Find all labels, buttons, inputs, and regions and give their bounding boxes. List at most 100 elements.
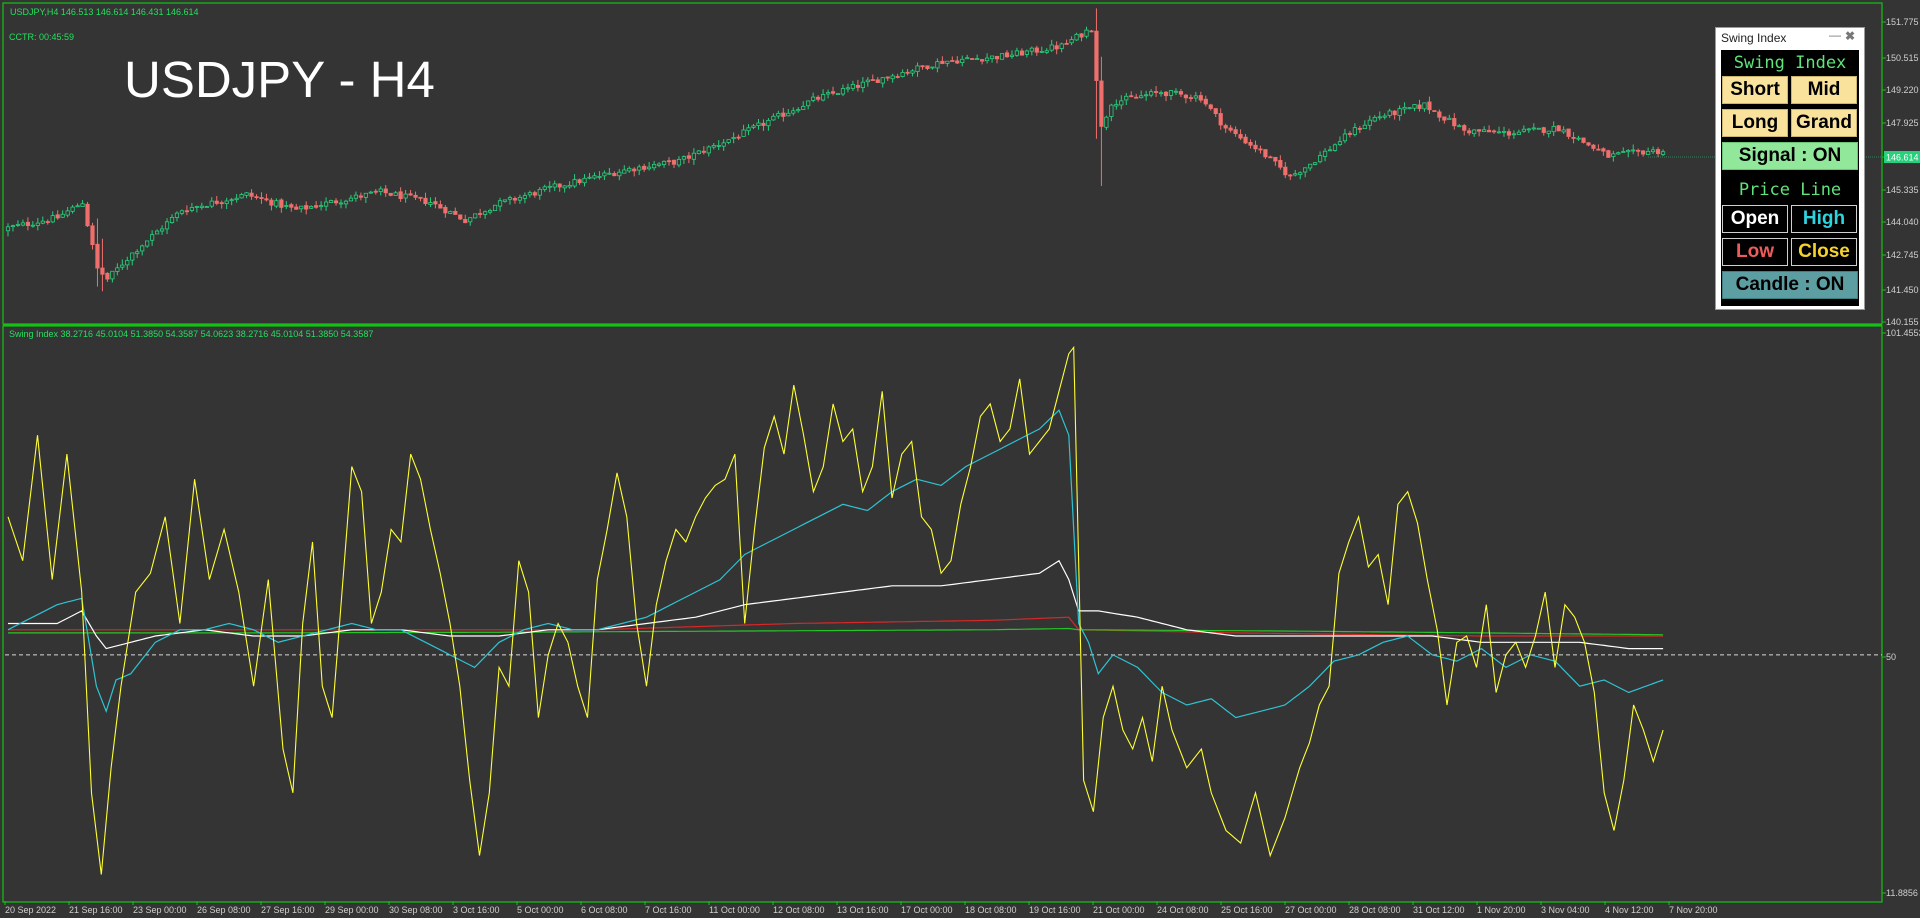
chart-canvas[interactable]: 151.775 150.515 149.220 147.925 146.614 145.3… bbox=[0, 0, 1920, 918]
candle-body bbox=[1581, 137, 1586, 143]
candle-body bbox=[428, 202, 433, 205]
short-button[interactable]: Short bbox=[1722, 76, 1788, 104]
candle-body bbox=[965, 57, 970, 60]
candle-body bbox=[1163, 91, 1169, 97]
candle-body bbox=[766, 120, 771, 127]
candle-body bbox=[1293, 173, 1298, 176]
panel-titlebar[interactable]: Swing Index — ✖ bbox=[1716, 28, 1864, 48]
price-tick-label: 144.040 bbox=[1886, 217, 1919, 227]
candle-body bbox=[1228, 127, 1233, 131]
candle-body bbox=[910, 70, 915, 74]
open-button[interactable]: Open bbox=[1722, 205, 1788, 233]
symbol-info: USDJPY,H4 146.513 146.614 146.431 146.61… bbox=[10, 7, 199, 17]
time-tick-label: 29 Sep 00:00 bbox=[325, 905, 379, 915]
grand-button[interactable]: Grand bbox=[1791, 109, 1857, 137]
candle-body bbox=[950, 60, 955, 62]
candle-toggle-button[interactable]: Candle : ON bbox=[1722, 271, 1858, 299]
candle-body bbox=[900, 72, 905, 77]
candle-body bbox=[726, 139, 731, 143]
candle-body bbox=[955, 60, 960, 64]
swing-index-panel[interactable]: Swing Index — ✖ Swing Index Short Mid Lo… bbox=[1715, 27, 1865, 310]
candle-body bbox=[1521, 128, 1526, 132]
candle-body bbox=[363, 192, 368, 198]
candle-body bbox=[801, 106, 806, 110]
low-button[interactable]: Low bbox=[1722, 238, 1788, 266]
candle-body bbox=[721, 142, 726, 147]
candle-body bbox=[70, 206, 75, 212]
minimize-icon[interactable]: — bbox=[1829, 28, 1841, 42]
candle-body bbox=[448, 211, 453, 214]
candle-body bbox=[458, 214, 463, 220]
price-line-header: Price Line bbox=[1738, 180, 1842, 200]
candle-body bbox=[1109, 104, 1114, 117]
candle-body bbox=[443, 207, 448, 214]
candle-body bbox=[314, 205, 319, 208]
time-tick-label: 27 Oct 00:00 bbox=[1285, 905, 1337, 915]
candle-body bbox=[1173, 90, 1179, 93]
candle-body bbox=[656, 163, 662, 166]
candle-body bbox=[781, 112, 786, 117]
close-icon[interactable]: ✖ bbox=[1845, 29, 1855, 43]
candle-body bbox=[224, 200, 229, 204]
signal-toggle-button[interactable]: Signal : ON bbox=[1722, 142, 1858, 170]
candle-body bbox=[1327, 149, 1333, 152]
candle-body bbox=[1064, 42, 1069, 45]
candle-body bbox=[1392, 110, 1397, 116]
candle-body bbox=[279, 199, 284, 208]
candle-body bbox=[145, 240, 150, 247]
candle-body bbox=[1059, 43, 1064, 49]
price-tick-label: 141.450 bbox=[1886, 285, 1919, 295]
candle-body bbox=[602, 172, 607, 177]
candle-body bbox=[333, 200, 339, 204]
candle-body bbox=[1516, 131, 1521, 135]
candle-body bbox=[905, 71, 910, 74]
time-tick-label: 12 Oct 08:00 bbox=[773, 905, 825, 915]
candle-body bbox=[632, 168, 637, 172]
candle-body bbox=[1144, 94, 1149, 97]
candle-body bbox=[10, 225, 16, 228]
candle-body bbox=[1288, 174, 1293, 177]
candle-body bbox=[264, 198, 269, 201]
candle-body bbox=[1104, 116, 1109, 128]
candle-body bbox=[676, 159, 682, 166]
time-tick-label: 4 Nov 12:00 bbox=[1605, 905, 1654, 915]
candle-body bbox=[478, 213, 483, 215]
long-button[interactable]: Long bbox=[1722, 109, 1788, 137]
time-tick-label: 18 Oct 08:00 bbox=[965, 905, 1017, 915]
candle-body bbox=[184, 210, 190, 213]
candle-body bbox=[497, 200, 503, 207]
price-tick-label: 150.515 bbox=[1886, 53, 1919, 63]
candle-body bbox=[239, 194, 244, 199]
candle-body bbox=[1616, 152, 1621, 155]
candle-body bbox=[1442, 116, 1447, 121]
candle-body bbox=[378, 188, 383, 192]
candle-body bbox=[567, 185, 572, 188]
candle-body bbox=[1089, 30, 1094, 33]
candle-body bbox=[1074, 33, 1079, 41]
high-button[interactable]: High bbox=[1791, 205, 1857, 233]
swing-index-header: Swing Index bbox=[1733, 53, 1847, 73]
candle-body bbox=[1094, 30, 1099, 81]
candle-body bbox=[731, 137, 736, 140]
time-tick-label: 26 Sep 08:00 bbox=[197, 905, 251, 915]
candle-body bbox=[1332, 144, 1338, 151]
candle-body bbox=[413, 194, 418, 198]
candle-body bbox=[552, 183, 557, 188]
candle-body bbox=[1357, 127, 1362, 130]
close-button[interactable]: Close bbox=[1791, 238, 1857, 266]
candle-body bbox=[562, 185, 567, 189]
candle-body bbox=[587, 176, 592, 179]
candle-body bbox=[1248, 142, 1253, 146]
candle-body bbox=[1486, 129, 1492, 133]
candle-body bbox=[254, 196, 259, 199]
candle-body bbox=[65, 210, 70, 216]
candle-body bbox=[1655, 149, 1661, 155]
candle-body bbox=[572, 179, 577, 187]
candle-body bbox=[338, 202, 344, 205]
candle-body bbox=[483, 211, 488, 215]
candle-body bbox=[696, 150, 701, 155]
mid-button[interactable]: Mid bbox=[1791, 76, 1857, 104]
current-price-label: 146.614 bbox=[1886, 153, 1919, 163]
candle-body bbox=[259, 197, 264, 199]
candle-body bbox=[15, 224, 21, 226]
